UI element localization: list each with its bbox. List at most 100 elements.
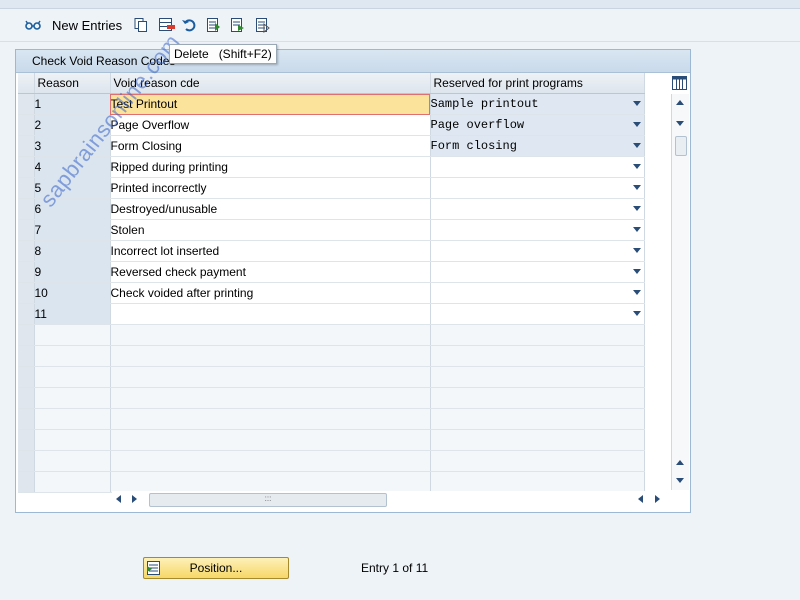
select-all-button[interactable] <box>206 15 222 35</box>
row-selector[interactable] <box>18 471 35 493</box>
new-entries-label: New Entries <box>52 17 123 33</box>
application-toolbar: New Entries <box>0 9 800 42</box>
undo-icon <box>181 17 197 33</box>
dropdown-arrow-icon[interactable] <box>632 248 641 253</box>
void-reason-text-input[interactable]: Form Closing <box>110 135 431 157</box>
empty-cell <box>34 429 111 451</box>
row-selector[interactable] <box>18 135 35 157</box>
row-selector[interactable] <box>18 282 35 304</box>
row-selector[interactable] <box>18 345 35 367</box>
row-selector[interactable] <box>18 93 35 115</box>
dropdown-arrow-icon[interactable] <box>632 227 641 232</box>
scroll-down-arrow-top[interactable] <box>676 121 684 126</box>
glasses-icon <box>24 17 44 33</box>
empty-table-row <box>18 471 645 493</box>
row-selector[interactable] <box>18 408 35 430</box>
reason-cell: 9 <box>34 261 111 283</box>
reserved-print-dropdown[interactable] <box>430 240 645 262</box>
empty-cell <box>430 429 645 451</box>
empty-cell <box>430 450 645 472</box>
reserved-print-dropdown[interactable]: Page overflow <box>430 114 645 136</box>
row-selector[interactable] <box>18 429 35 451</box>
dropdown-arrow-icon[interactable] <box>632 185 641 190</box>
copy-button[interactable] <box>133 15 149 35</box>
scroll-up-arrow-bottom[interactable] <box>676 460 684 465</box>
reserved-print-dropdown[interactable] <box>430 282 645 304</box>
scroll-right-arrow[interactable] <box>132 495 137 503</box>
scroll-down-arrow-bottom[interactable] <box>676 478 684 483</box>
row-selector[interactable] <box>18 198 35 220</box>
table-settings-icon <box>671 76 688 95</box>
dropdown-arrow-icon[interactable] <box>632 311 641 316</box>
vertical-scrollbar[interactable] <box>671 94 689 490</box>
column-header-reason[interactable]: Reason <box>34 73 111 94</box>
position-button[interactable]: Position... <box>143 557 289 579</box>
select-all-header-cell[interactable] <box>18 73 35 94</box>
dropdown-arrow-icon[interactable] <box>632 101 641 106</box>
void-reason-text-input[interactable]: Incorrect lot inserted <box>110 240 431 262</box>
reserved-print-dropdown[interactable] <box>430 261 645 283</box>
table-row: 6 Destroyed/unusable <box>18 198 645 220</box>
void-reason-text-input[interactable] <box>110 303 431 325</box>
undo-button[interactable] <box>181 15 197 35</box>
row-selector[interactable] <box>18 303 35 325</box>
empty-cell <box>110 471 431 493</box>
void-reason-text-input[interactable]: Reversed check payment <box>110 261 431 283</box>
void-reason-text-input[interactable]: Check voided after printing <box>110 282 431 304</box>
empty-cell <box>430 408 645 430</box>
select-all-icon <box>206 17 222 33</box>
void-reason-text-input[interactable]: Page Overflow <box>110 114 431 136</box>
row-selector[interactable] <box>18 219 35 241</box>
row-selector[interactable] <box>18 387 35 409</box>
row-selector[interactable] <box>18 114 35 136</box>
reason-cell: 8 <box>34 240 111 262</box>
row-selector[interactable] <box>18 177 35 199</box>
scroll-up-arrow-top[interactable] <box>676 100 684 105</box>
row-selector[interactable] <box>18 450 35 472</box>
reserved-print-dropdown[interactable]: Form closing <box>430 135 645 157</box>
new-entries-button[interactable]: New Entries <box>24 15 122 35</box>
empty-cell <box>34 345 111 367</box>
column-header-reserved-for-print[interactable]: Reserved for print programs <box>430 73 645 94</box>
reserved-print-dropdown[interactable] <box>430 177 645 199</box>
void-reason-text-input[interactable]: Destroyed/unusable <box>110 198 431 220</box>
dropdown-arrow-icon[interactable] <box>632 206 641 211</box>
row-selector[interactable] <box>18 324 35 346</box>
empty-cell <box>34 324 111 346</box>
reason-cell: 10 <box>34 282 111 304</box>
empty-table-row <box>18 345 645 367</box>
vertical-scroll-thumb[interactable] <box>675 136 687 156</box>
reserved-print-dropdown[interactable] <box>430 303 645 325</box>
void-reason-text-input[interactable]: Printed incorrectly <box>110 177 431 199</box>
select-block-button[interactable] <box>230 15 246 35</box>
scroll-right-arrow-right[interactable] <box>655 495 660 503</box>
horizontal-scroll-thumb[interactable]: ::: <box>149 493 387 507</box>
dropdown-arrow-icon[interactable] <box>632 164 641 169</box>
row-selector[interactable] <box>18 156 35 178</box>
void-reason-text-input[interactable]: Stolen <box>110 219 431 241</box>
dropdown-arrow-icon[interactable] <box>632 269 641 274</box>
select-block-icon <box>230 17 246 33</box>
deselect-all-button[interactable] <box>255 15 271 35</box>
empty-cell <box>430 345 645 367</box>
void-reason-text-input[interactable]: Test Printout <box>110 93 431 115</box>
void-reason-text-input[interactable]: Ripped during printing <box>110 156 431 178</box>
empty-table-row <box>18 387 645 409</box>
reserved-print-dropdown[interactable] <box>430 219 645 241</box>
reserved-print-dropdown[interactable]: Sample printout <box>430 93 645 115</box>
reserved-print-dropdown[interactable] <box>430 198 645 220</box>
dropdown-arrow-icon[interactable] <box>632 290 641 295</box>
empty-cell <box>110 387 431 409</box>
table-row: 7 Stolen <box>18 219 645 241</box>
table-row: 4 Ripped during printing <box>18 156 645 178</box>
reserved-print-dropdown[interactable] <box>430 156 645 178</box>
dropdown-arrow-icon[interactable] <box>632 143 641 148</box>
scroll-left-arrow-right[interactable] <box>638 495 643 503</box>
table-settings-button[interactable] <box>671 74 688 92</box>
dropdown-arrow-icon[interactable] <box>632 122 641 127</box>
scroll-left-arrow[interactable] <box>116 495 121 503</box>
row-selector[interactable] <box>18 261 35 283</box>
horizontal-scrollbar[interactable]: ::: <box>112 491 664 508</box>
row-selector[interactable] <box>18 240 35 262</box>
row-selector[interactable] <box>18 366 35 388</box>
